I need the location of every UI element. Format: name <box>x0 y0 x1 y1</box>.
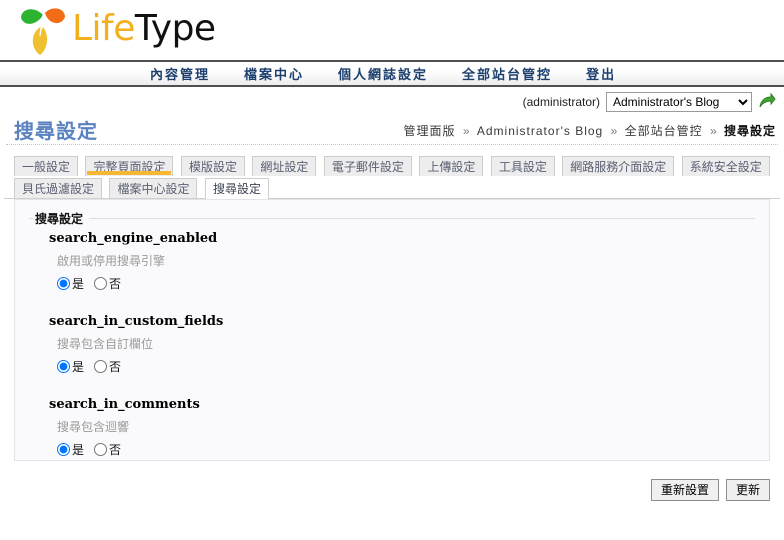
nav-item-blog-settings[interactable]: 個人網誌設定 <box>338 64 428 83</box>
tab-file-center-settings[interactable]: 檔案中心設定 <box>109 178 198 198</box>
page-title: 搜尋設定 <box>14 121 98 143</box>
radio-option-yes[interactable]: 是 <box>57 358 84 375</box>
tab-search-settings[interactable]: 搜尋設定 <box>204 178 269 199</box>
nav-item-content-management[interactable]: 內容管理 <box>150 64 210 83</box>
field-description: 搜尋包含迴響 <box>57 420 130 434</box>
tab-webservice-settings[interactable]: 網路服務介面設定 <box>562 156 675 176</box>
radio-label-no: 否 <box>109 360 122 374</box>
fieldset-legend: 搜尋設定 <box>35 212 84 226</box>
breadcrumb-item-blog[interactable]: Administrator's Blog <box>477 124 603 138</box>
radio-input-no[interactable] <box>94 443 108 456</box>
identity-row: (administrator) Administrator's Blog <box>0 87 784 113</box>
radio-label-yes: 是 <box>72 277 85 291</box>
radio-group: 是 否 <box>49 441 755 458</box>
field-search-engine-enabled: search_engine_enabled 啟用或停用搜尋引擎 是 否 <box>49 231 755 292</box>
title-row: 搜尋設定 管理面版 » Administrator's Blog » 全部站台管… <box>6 113 778 145</box>
reset-button[interactable]: 重新設置 <box>650 479 719 501</box>
breadcrumb-current: 搜尋設定 <box>723 124 776 138</box>
breadcrumb-separator: » <box>709 124 717 138</box>
nav-item-logout[interactable]: 登出 <box>586 64 616 83</box>
site-logo-text: LifeType <box>72 8 216 49</box>
form-button-row: 重新設置 更新 <box>0 479 770 501</box>
radio-label-yes: 是 <box>72 360 85 374</box>
radio-label-yes: 是 <box>72 443 85 457</box>
three-leaf-icon <box>18 6 70 56</box>
search-settings-fieldset: 搜尋設定 search_engine_enabled 啟用或停用搜尋引擎 是 否… <box>29 210 755 480</box>
tab-tool-settings[interactable]: 工具設定 <box>490 156 555 176</box>
settings-tab-bar: 一般設定 完整頁面設定 模版設定 網址設定 電子郵件設定 上傳設定 工具設定 網… <box>4 154 780 199</box>
tab-full-page-settings[interactable]: 完整頁面設定 <box>85 156 174 176</box>
nav-item-site-admin[interactable]: 全部站台管控 <box>462 64 552 83</box>
field-label: search_engine_enabled <box>49 231 218 246</box>
field-label: search_in_comments <box>49 397 200 412</box>
radio-option-yes[interactable]: 是 <box>57 441 84 458</box>
tab-general-settings[interactable]: 一般設定 <box>14 156 79 176</box>
radio-group: 是 否 <box>49 275 755 292</box>
tab-bayesian-filter-settings[interactable]: 貝氏過濾設定 <box>14 178 103 198</box>
field-description: 啟用或停用搜尋引擎 <box>57 254 166 268</box>
radio-input-yes[interactable] <box>57 277 70 290</box>
radio-option-no[interactable]: 否 <box>94 275 121 292</box>
nav-item-file-center[interactable]: 檔案中心 <box>244 64 304 83</box>
field-description: 搜尋包含自訂欄位 <box>57 337 154 351</box>
logo-text-life: Life <box>72 8 135 49</box>
tab-email-settings[interactable]: 電子郵件設定 <box>323 156 412 176</box>
radio-label-no: 否 <box>109 277 122 291</box>
settings-content-panel: 搜尋設定 search_engine_enabled 啟用或停用搜尋引擎 是 否… <box>14 199 770 461</box>
breadcrumb-item-site-admin[interactable]: 全部站台管控 <box>625 124 703 138</box>
radio-label-no: 否 <box>109 443 122 457</box>
field-label: search_in_custom_fields <box>49 314 224 329</box>
tab-url-settings[interactable]: 網址設定 <box>252 156 317 176</box>
go-arrow-icon[interactable] <box>758 92 776 111</box>
breadcrumb-separator: » <box>462 124 470 138</box>
radio-option-no[interactable]: 否 <box>94 441 121 458</box>
radio-input-yes[interactable] <box>57 360 70 373</box>
breadcrumb: 管理面版 » Administrator's Blog » 全部站台管控 » 搜… <box>403 122 776 139</box>
radio-option-yes[interactable]: 是 <box>57 275 84 292</box>
logo-text-type: Type <box>134 8 216 49</box>
tab-upload-settings[interactable]: 上傳設定 <box>419 156 484 176</box>
tab-template-settings[interactable]: 模版設定 <box>180 156 245 176</box>
tab-security-settings[interactable]: 系統安全設定 <box>681 156 770 176</box>
radio-input-yes[interactable] <box>57 443 70 456</box>
main-navigation: 內容管理 檔案中心 個人網誌設定 全部站台管控 登出 <box>0 60 784 87</box>
field-search-in-comments: search_in_comments 搜尋包含迴響 是 否 <box>49 397 755 458</box>
update-button[interactable]: 更新 <box>725 479 770 501</box>
breadcrumb-separator: » <box>610 124 618 138</box>
blog-selector[interactable]: Administrator's Blog <box>606 92 752 112</box>
site-header: LifeType <box>0 0 784 60</box>
radio-input-no[interactable] <box>94 360 108 373</box>
radio-option-no[interactable]: 否 <box>94 358 121 375</box>
breadcrumb-item-admin-panel[interactable]: 管理面版 <box>403 124 455 138</box>
radio-input-no[interactable] <box>94 277 108 290</box>
radio-group: 是 否 <box>49 358 755 375</box>
current-user-label: (administrator) <box>522 95 600 109</box>
field-search-in-custom-fields: search_in_custom_fields 搜尋包含自訂欄位 是 否 <box>49 314 755 375</box>
